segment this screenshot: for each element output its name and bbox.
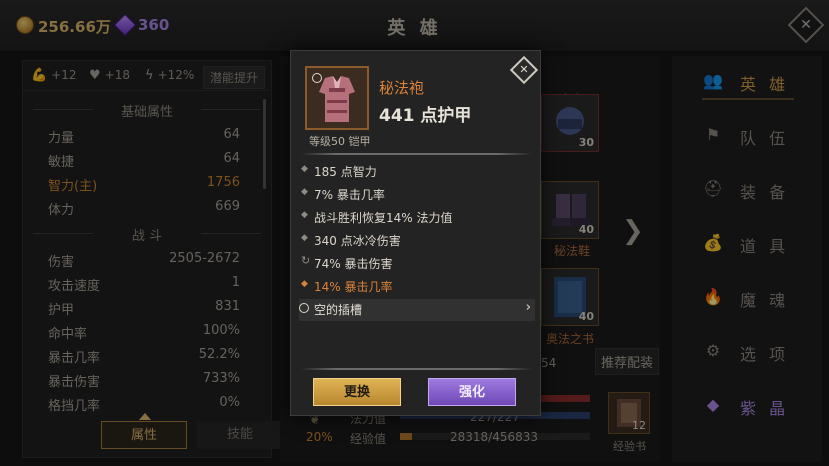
item-detail-popup: 秘法袍 441 点护甲 等级50 铠甲 ✕ ◆ 185 点智力 ◆ 7% 暴击几率 … <box>290 50 541 416</box>
divider <box>301 368 532 370</box>
popup-close-button[interactable]: ✕ <box>509 55 539 85</box>
item-armor: 441 点护甲 <box>379 106 472 126</box>
enhance-button[interactable]: 强化 <box>428 378 516 406</box>
socket-ring-icon <box>312 73 322 83</box>
close-icon: ✕ <box>519 63 529 76</box>
item-icon-frame <box>305 66 369 130</box>
item-stat-text: 340 点冰冷伤害 <box>314 234 401 248</box>
item-stat-text: 185 点智力 <box>314 165 377 179</box>
socket-label: 空的插槽 <box>314 303 363 317</box>
bullet-icon: ◆ <box>301 233 308 243</box>
item-stat-text: 战斗胜利恢复14% 法力值 <box>314 211 453 225</box>
empty-socket-row[interactable]: 空的插槽 › <box>299 299 535 321</box>
bullet-icon: ◆ <box>301 164 308 174</box>
divider <box>301 153 532 155</box>
item-stat-text: 7% 暴击几率 <box>314 188 385 202</box>
socket-icon <box>299 303 309 313</box>
item-stat: ◆ 7% 暴击几率 <box>299 184 535 206</box>
item-stat-highlight: ◆ 14% 暴击几率 <box>299 276 535 298</box>
item-stat: ◆ 185 点智力 <box>299 161 535 183</box>
item-stat: ◆ 战斗胜利恢复14% 法力值 <box>299 207 535 229</box>
item-level-type: 等级50 铠甲 <box>309 135 371 148</box>
refresh-icon: ↻ <box>301 254 311 267</box>
bullet-icon: ◆ <box>301 187 308 197</box>
item-stat-text: 74% 暴击伤害 <box>314 257 393 271</box>
item-stat: ◆ 340 点冰冷伤害 <box>299 230 535 252</box>
chevron-right-icon: › <box>525 300 531 315</box>
bullet-icon: ◆ <box>301 279 308 289</box>
item-stat: ↻ 74% 暴击伤害 <box>299 253 535 275</box>
replace-button[interactable]: 更换 <box>313 378 401 406</box>
item-stat-text: 14% 暴击几率 <box>314 280 393 294</box>
bullet-icon: ◆ <box>301 210 308 220</box>
item-name: 秘法袍 <box>379 79 425 97</box>
